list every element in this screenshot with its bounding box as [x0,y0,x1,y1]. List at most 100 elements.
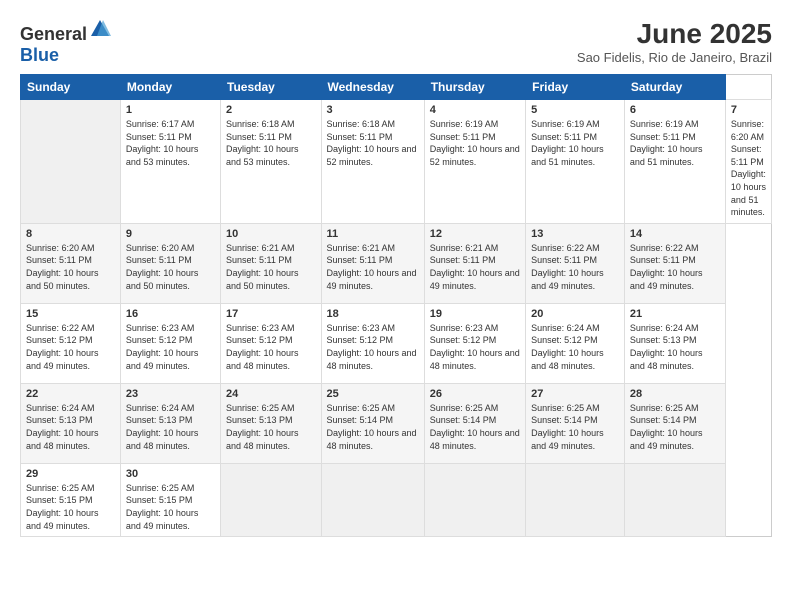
logo-icon [89,18,111,40]
day-number: 6 [630,104,720,116]
day-info: Sunrise: 6:24 AMSunset: 5:13 PMDaylight:… [630,323,703,371]
day-number: 10 [226,228,316,240]
day-info: Sunrise: 6:22 AMSunset: 5:11 PMDaylight:… [630,243,703,291]
day-info: Sunrise: 6:18 AMSunset: 5:11 PMDaylight:… [226,119,299,167]
day-number: 9 [126,228,215,240]
day-number: 23 [126,388,215,400]
day-number: 12 [430,228,520,240]
table-row [21,100,121,224]
table-row: 7 Sunrise: 6:20 AMSunset: 5:11 PMDaylight… [725,100,771,224]
day-info: Sunrise: 6:24 AMSunset: 5:13 PMDaylight:… [126,403,199,451]
day-number: 22 [26,388,115,400]
col-tuesday: Tuesday [221,75,322,100]
calendar-body: 1 Sunrise: 6:17 AMSunset: 5:11 PMDaylight… [21,100,772,537]
col-thursday: Thursday [424,75,525,100]
table-row: 14 Sunrise: 6:22 AMSunset: 5:11 PMDayligh… [624,223,725,303]
table-row [424,463,525,536]
table-row: 11 Sunrise: 6:21 AMSunset: 5:11 PMDayligh… [321,223,424,303]
col-saturday: Saturday [624,75,725,100]
table-row: 21 Sunrise: 6:24 AMSunset: 5:13 PMDayligh… [624,303,725,383]
day-info: Sunrise: 6:25 AMSunset: 5:14 PMDaylight:… [430,403,520,451]
table-row: 13Sunrise: 6:22 AMSunset: 5:11 PMDayligh… [526,223,625,303]
day-info: Sunrise: 6:25 AMSunset: 5:14 PMDaylight:… [327,403,417,451]
day-number: 4 [430,104,520,116]
table-row: 22 Sunrise: 6:24 AMSunset: 5:13 PMDayligh… [21,383,121,463]
day-number: 20 [531,308,619,320]
table-row: 1 Sunrise: 6:17 AMSunset: 5:11 PMDaylight… [120,100,220,224]
table-row: 17Sunrise: 6:23 AMSunset: 5:12 PMDayligh… [221,303,322,383]
day-number: 18 [327,308,419,320]
day-number: 1 [126,104,215,116]
month-title: June 2025 [577,18,772,50]
table-row [321,463,424,536]
day-number: 19 [430,308,520,320]
table-row: 4 Sunrise: 6:19 AMSunset: 5:11 PMDaylight… [424,100,525,224]
table-row [526,463,625,536]
table-row [221,463,322,536]
header: General Blue June 2025 Sao Fidelis, Rio … [20,18,772,66]
day-number: 5 [531,104,619,116]
day-info: Sunrise: 6:25 AMSunset: 5:13 PMDaylight:… [226,403,299,451]
table-row: 28 Sunrise: 6:25 AMSunset: 5:14 PMDayligh… [624,383,725,463]
table-row: 24 Sunrise: 6:25 AMSunset: 5:13 PMDayligh… [221,383,322,463]
day-number: 14 [630,228,720,240]
day-info: Sunrise: 6:23 AMSunset: 5:12 PMDaylight:… [226,323,299,371]
day-number: 3 [327,104,419,116]
day-info: Sunrise: 6:23 AMSunset: 5:12 PMDaylight:… [126,323,199,371]
table-row: 27 Sunrise: 6:25 AMSunset: 5:14 PMDayligh… [526,383,625,463]
day-number: 8 [26,228,115,240]
day-number: 24 [226,388,316,400]
col-friday: Friday [526,75,625,100]
day-info: Sunrise: 6:25 AMSunset: 5:15 PMDaylight:… [126,483,199,531]
day-number: 30 [126,468,215,480]
table-row: 9Sunrise: 6:20 AMSunset: 5:11 PMDaylight… [120,223,220,303]
day-number: 29 [26,468,115,480]
day-number: 26 [430,388,520,400]
table-row: 25Sunrise: 6:25 AMSunset: 5:14 PMDayligh… [321,383,424,463]
day-number: 16 [126,308,215,320]
day-info: Sunrise: 6:19 AMSunset: 5:11 PMDaylight:… [430,119,520,167]
table-row: 6 Sunrise: 6:19 AMSunset: 5:11 PMDaylight… [624,100,725,224]
day-info: Sunrise: 6:22 AMSunset: 5:11 PMDaylight:… [531,243,604,291]
day-info: Sunrise: 6:24 AMSunset: 5:13 PMDaylight:… [26,403,99,451]
day-info: Sunrise: 6:25 AMSunset: 5:14 PMDaylight:… [630,403,703,451]
table-row: 30 Sunrise: 6:25 AMSunset: 5:15 PMDayligh… [120,463,220,536]
logo-general: General [20,24,87,44]
page: General Blue June 2025 Sao Fidelis, Rio … [0,0,792,612]
table-row: 18Sunrise: 6:23 AMSunset: 5:12 PMDayligh… [321,303,424,383]
table-row: 26 Sunrise: 6:25 AMSunset: 5:14 PMDayligh… [424,383,525,463]
day-info: Sunrise: 6:21 AMSunset: 5:11 PMDaylight:… [327,243,417,291]
table-row [624,463,725,536]
day-info: Sunrise: 6:22 AMSunset: 5:12 PMDaylight:… [26,323,99,371]
table-row: 12 Sunrise: 6:21 AMSunset: 5:11 PMDayligh… [424,223,525,303]
day-number: 2 [226,104,316,116]
day-number: 7 [731,104,766,116]
col-wednesday: Wednesday [321,75,424,100]
location-title: Sao Fidelis, Rio de Janeiro, Brazil [577,50,772,65]
calendar-table: Sunday Monday Tuesday Wednesday Thursday… [20,74,772,537]
table-row: 3Sunrise: 6:18 AMSunset: 5:11 PMDaylight… [321,100,424,224]
day-info: Sunrise: 6:21 AMSunset: 5:11 PMDaylight:… [430,243,520,291]
day-info: Sunrise: 6:21 AMSunset: 5:11 PMDaylight:… [226,243,299,291]
day-info: Sunrise: 6:24 AMSunset: 5:12 PMDaylight:… [531,323,604,371]
day-info: Sunrise: 6:20 AMSunset: 5:11 PMDaylight:… [26,243,99,291]
table-row: 20 Sunrise: 6:24 AMSunset: 5:12 PMDayligh… [526,303,625,383]
day-info: Sunrise: 6:17 AMSunset: 5:11 PMDaylight:… [126,119,199,167]
day-info: Sunrise: 6:20 AMSunset: 5:11 PMDaylight:… [731,119,766,217]
table-row: 15 Sunrise: 6:22 AMSunset: 5:12 PMDayligh… [21,303,121,383]
day-number: 27 [531,388,619,400]
table-row: 19 Sunrise: 6:23 AMSunset: 5:12 PMDayligh… [424,303,525,383]
table-row: 5Sunrise: 6:19 AMSunset: 5:11 PMDaylight… [526,100,625,224]
day-info: Sunrise: 6:23 AMSunset: 5:12 PMDaylight:… [430,323,520,371]
day-number: 11 [327,228,419,240]
day-number: 21 [630,308,720,320]
header-row: Sunday Monday Tuesday Wednesday Thursday… [21,75,772,100]
table-row: 2 Sunrise: 6:18 AMSunset: 5:11 PMDaylight… [221,100,322,224]
day-info: Sunrise: 6:25 AMSunset: 5:14 PMDaylight:… [531,403,604,451]
table-row: 10 Sunrise: 6:21 AMSunset: 5:11 PMDayligh… [221,223,322,303]
logo: General Blue [20,18,111,66]
day-number: 15 [26,308,115,320]
day-number: 28 [630,388,720,400]
day-info: Sunrise: 6:19 AMSunset: 5:11 PMDaylight:… [630,119,703,167]
logo-blue: Blue [20,45,59,65]
